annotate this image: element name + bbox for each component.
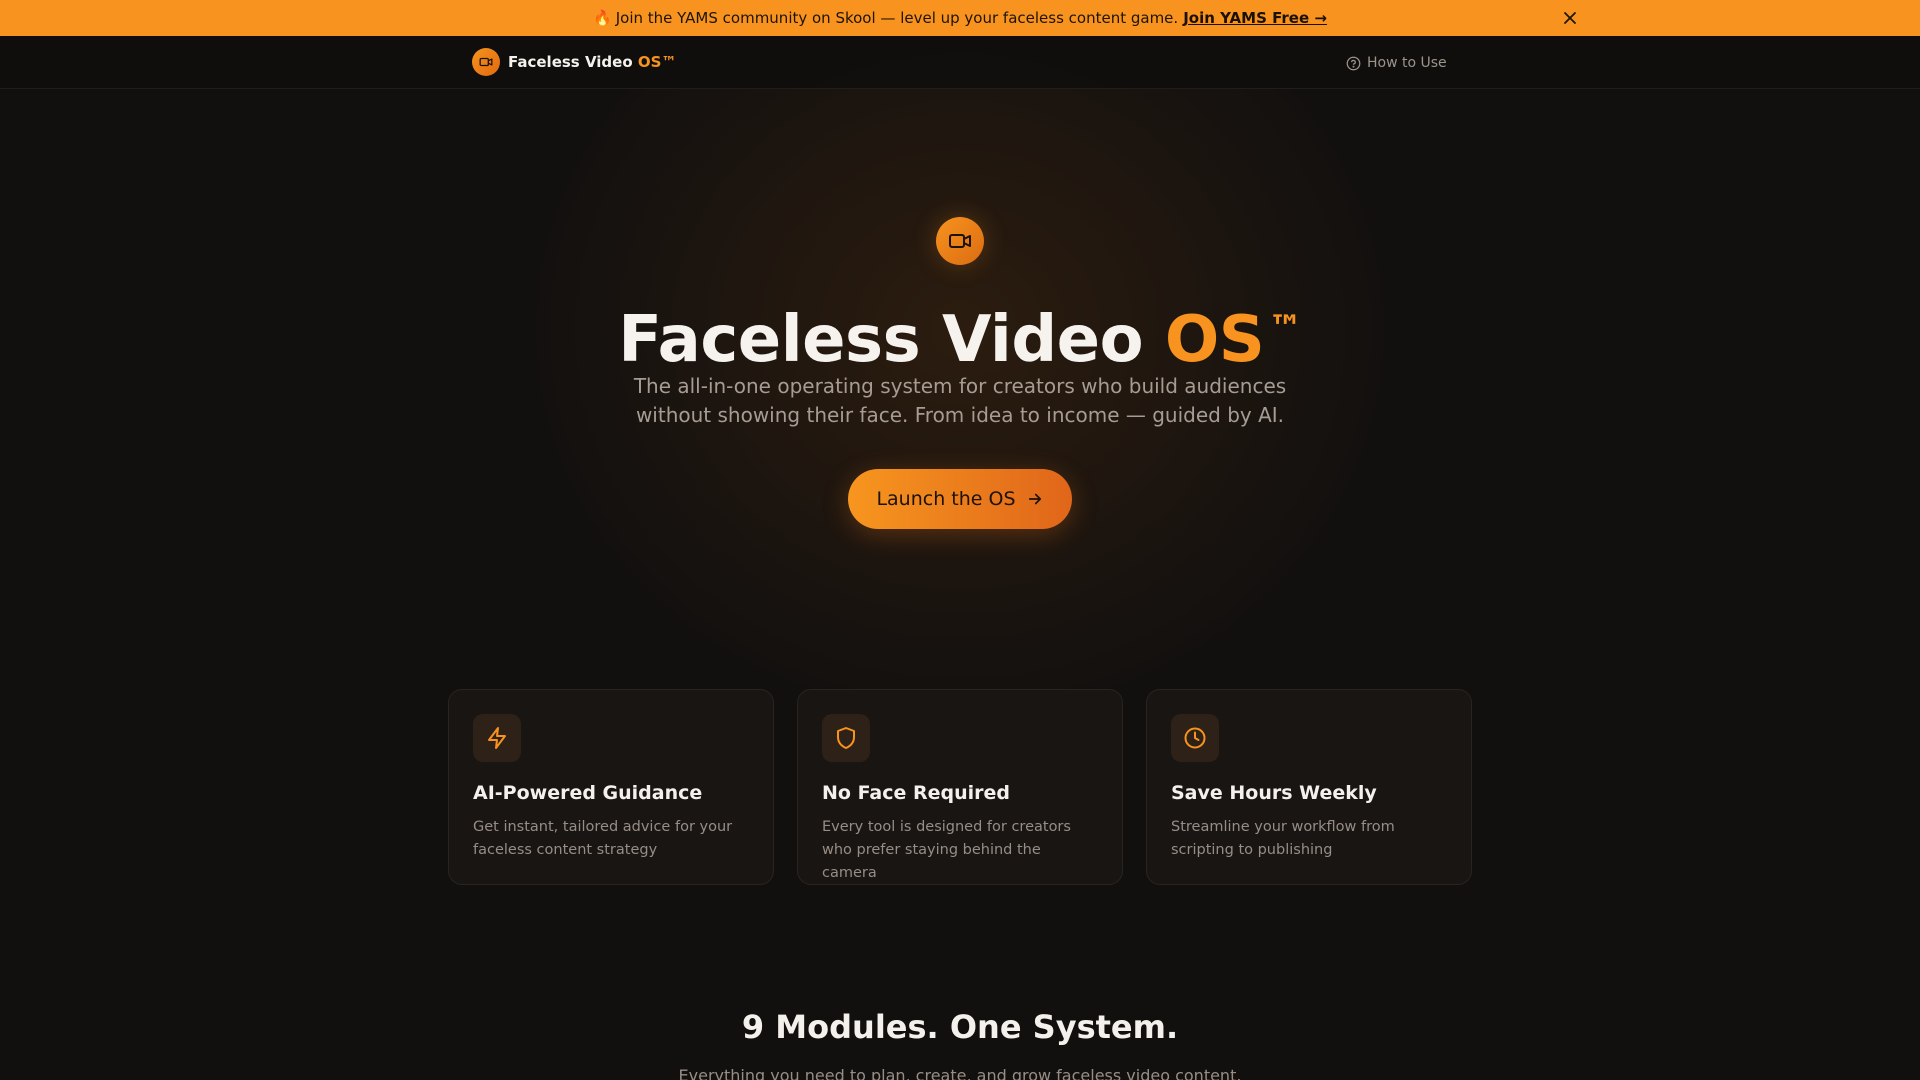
feature-title: Save Hours Weekly: [1171, 782, 1377, 804]
promo-text: Join the YAMS community on Skool — level…: [615, 9, 1179, 27]
brand-name-main: Faceless Video: [508, 53, 638, 71]
feature-description: Every tool is designed for creators who …: [822, 819, 1071, 881]
feature-title: No Face Required: [822, 782, 1011, 804]
close-banner-button[interactable]: [1560, 8, 1580, 28]
hero-title-main: Faceless Video: [618, 303, 1165, 377]
hero-title: Faceless Video OS ™: [0, 288, 1920, 380]
close-icon: [1564, 12, 1576, 24]
brand-name: Faceless Video OS™: [508, 53, 676, 71]
join-yams-link[interactable]: Join YAMS Free →: [1183, 9, 1327, 27]
hero-video-camera-icon: [936, 217, 984, 265]
promo-banner: 🔥 Join the YAMS community on Skool — lev…: [0, 0, 1920, 36]
hero-title-accent: OS: [1164, 303, 1265, 377]
modules-subtitle: Everything you need to plan, create, and…: [678, 1066, 1242, 1080]
feature-description: Get instant, tailored advice for your fa…: [473, 819, 733, 858]
how-to-use-label: How to Use: [1367, 55, 1447, 71]
launch-os-label: Launch the OS: [876, 488, 1016, 510]
feature-description: Streamline your workflow from scripting …: [1171, 819, 1395, 858]
hero-subtitle: The all-in-one operating system for crea…: [633, 374, 1287, 427]
how-to-use-link[interactable]: How to Use: [1346, 52, 1447, 74]
feature-card-no-face: No Face Required Every tool is designed …: [797, 689, 1123, 885]
lightning-icon: [473, 714, 521, 762]
video-camera-icon: [472, 48, 500, 76]
feature-card-save-hours: Save Hours Weekly Streamline your workfl…: [1146, 689, 1472, 885]
brand-name-accent: OS™: [637, 53, 677, 71]
fire-emoji: 🔥: [593, 9, 612, 27]
feature-card-ai-guidance: AI-Powered Guidance Get instant, tailore…: [448, 689, 774, 885]
arrow-right-icon: [1028, 493, 1041, 505]
help-circle-icon: [1346, 56, 1361, 70]
shield-icon: [822, 714, 870, 762]
brand-logo[interactable]: Faceless Video OS™: [472, 48, 676, 76]
top-nav: Faceless Video OS™ How to Use: [0, 36, 1920, 89]
clock-icon: [1171, 714, 1219, 762]
launch-os-button[interactable]: Launch the OS: [848, 469, 1072, 529]
hero-title-trademark: ™: [1268, 308, 1302, 348]
modules-title: 9 Modules. One System.: [741, 1008, 1179, 1046]
feature-title: AI-Powered Guidance: [473, 782, 703, 804]
